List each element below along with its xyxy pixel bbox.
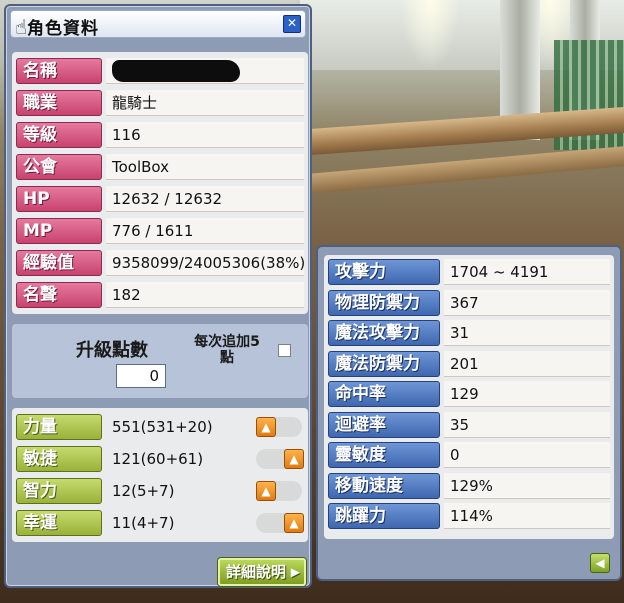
detail-row-attack: 攻擊力 1704 ~ 4191 — [328, 259, 610, 287]
detail-row-magic-def: 魔法防禦力 201 — [328, 350, 610, 379]
detail-label-attack: 攻擊力 — [328, 259, 440, 285]
detail-label-speed: 移動速度 — [328, 472, 440, 499]
stat-value-int: 12(5+7) — [112, 482, 175, 500]
profile-value-job: 龍騎士 — [106, 90, 304, 116]
detail-value-magic-atk: 31 — [444, 320, 610, 346]
arrow-left-icon[interactable]: ◀ — [590, 553, 610, 573]
profile-value-mp: 776 / 1611 — [106, 218, 304, 244]
profile-section: 名稱 職業 龍騎士 等級 116 公會 ToolBox HP 12632 / 12632 MP 77… — [12, 52, 308, 314]
detail-row-speed: 移動速度 129% — [328, 472, 610, 501]
stat-value-dex: 121(60+61) — [112, 450, 204, 468]
stat-label-int: 智力 — [16, 478, 102, 504]
detail-row-accuracy: 命中率 129 — [328, 381, 610, 409]
stat-row-int: 智力 12(5+7) ▲ — [16, 478, 304, 506]
detail-info-button-label: 詳細說明 — [226, 563, 287, 581]
detail-value-speed: 129% — [444, 472, 610, 499]
profile-row-exp: 經驗值 9358099/24005306(38%) — [16, 250, 305, 278]
profile-row-mp: MP 776 / 1611 — [16, 218, 304, 246]
detail-value-hands: 0 — [444, 442, 610, 468]
detail-label-jump: 跳躍力 — [328, 503, 440, 529]
stat-increase-str-button[interactable]: ▲ — [256, 417, 276, 437]
stat-row-str: 力量 551(531+20) ▲ — [16, 414, 304, 442]
profile-label-job: 職業 — [16, 90, 102, 116]
profile-value-hp: 12632 / 12632 — [106, 186, 304, 212]
stat-increase-luk-button[interactable]: ▲ — [284, 513, 304, 533]
profile-row-guild: 公會 ToolBox — [16, 154, 304, 182]
profile-label-hp: HP — [16, 186, 102, 212]
close-icon[interactable]: ✕ — [283, 15, 301, 33]
detail-value-jump: 114% — [444, 503, 610, 529]
stat-increase-dex-button[interactable]: ▲ — [284, 449, 304, 469]
detail-value-attack: 1704 ~ 4191 — [444, 259, 610, 285]
profile-value-name — [106, 58, 304, 84]
detail-label-avoid: 迴避率 — [328, 411, 440, 438]
stat-value-str: 551(531+20) — [112, 418, 213, 436]
add-5-points-checkbox[interactable] — [278, 344, 291, 357]
profile-value-guild: ToolBox — [106, 154, 304, 180]
profile-row-fame: 名聲 182 — [16, 282, 304, 310]
detail-info-button[interactable]: 詳細說明 ▶ — [218, 558, 306, 586]
profile-value-level: 116 — [106, 122, 304, 148]
window-titlebar[interactable]: ☝ 角色資料 ✕ — [10, 10, 306, 39]
chevron-right-icon: ▶ — [290, 565, 300, 579]
detail-value-avoid: 35 — [444, 411, 610, 438]
detail-label-hands: 靈敏度 — [328, 442, 440, 468]
ability-stats-section: 力量 551(531+20) ▲ 敏捷 121(60+61) ▲ 智力 12(5+7) ▲ 幸運 1… — [12, 408, 308, 542]
profile-label-guild: 公會 — [16, 154, 102, 180]
profile-row-hp: HP 12632 / 12632 — [16, 186, 304, 214]
profile-label-fame: 名聲 — [16, 282, 102, 308]
level-up-points-label: 升級點數 — [76, 340, 148, 361]
level-up-section: 升級點數 0 每次追加5 點 — [12, 324, 308, 398]
detail-value-phys-def: 367 — [444, 289, 610, 316]
profile-label-mp: MP — [16, 218, 102, 244]
window-title: 角色資料 — [27, 19, 99, 39]
stat-row-luk: 幸運 11(4+7) ▲ — [16, 510, 304, 538]
detail-row-hands: 靈敏度 0 — [328, 442, 610, 470]
profile-row-name: 名稱 — [16, 58, 304, 86]
ceiling-light — [400, 0, 460, 70]
detail-row-phys-def: 物理防禦力 367 — [328, 289, 610, 318]
profile-row-level: 等級 116 — [16, 122, 304, 150]
stat-label-luk: 幸運 — [16, 510, 102, 536]
stat-label-str: 力量 — [16, 414, 102, 440]
profile-row-job: 職業 龍騎士 — [16, 90, 304, 118]
detailed-stats-section: 攻擊力 1704 ~ 4191 物理防禦力 367 魔法攻擊力 31 魔法防禦力 201 命中率… — [324, 255, 614, 539]
detail-row-avoid: 迴避率 35 — [328, 411, 610, 440]
level-up-points-field: 0 — [116, 364, 166, 388]
detail-label-accuracy: 命中率 — [328, 381, 440, 407]
stat-increase-int-button[interactable]: ▲ — [256, 481, 276, 501]
add-5-points-label: 每次追加5 點 — [194, 334, 260, 366]
detail-label-phys-def: 物理防禦力 — [328, 289, 440, 316]
profile-label-level: 等級 — [16, 122, 102, 148]
profile-label-name: 名稱 — [16, 58, 102, 84]
profile-label-exp: 經驗值 — [16, 250, 102, 276]
stat-label-dex: 敏捷 — [16, 446, 102, 472]
detailed-stats-window[interactable]: 攻擊力 1704 ~ 4191 物理防禦力 367 魔法攻擊力 31 魔法防禦力 201 命中率… — [316, 245, 622, 581]
detail-label-magic-def: 魔法防禦力 — [328, 350, 440, 377]
detail-row-magic-atk: 魔法攻擊力 31 — [328, 320, 610, 348]
detail-label-magic-atk: 魔法攻擊力 — [328, 320, 440, 346]
profile-value-exp: 9358099/24005306(38%) — [106, 250, 305, 276]
stat-row-dex: 敏捷 121(60+61) ▲ — [16, 446, 304, 474]
detail-value-magic-def: 201 — [444, 350, 610, 377]
detail-row-jump: 跳躍力 114% — [328, 503, 610, 531]
redacted-name-block — [112, 60, 240, 82]
profile-value-fame: 182 — [106, 282, 304, 308]
detail-value-accuracy: 129 — [444, 381, 610, 407]
stat-value-luk: 11(4+7) — [112, 514, 175, 532]
character-info-window[interactable]: ☝ 角色資料 ✕ 名稱 職業 龍騎士 等級 116 公會 ToolBox HP 12632 / … — [4, 4, 312, 588]
